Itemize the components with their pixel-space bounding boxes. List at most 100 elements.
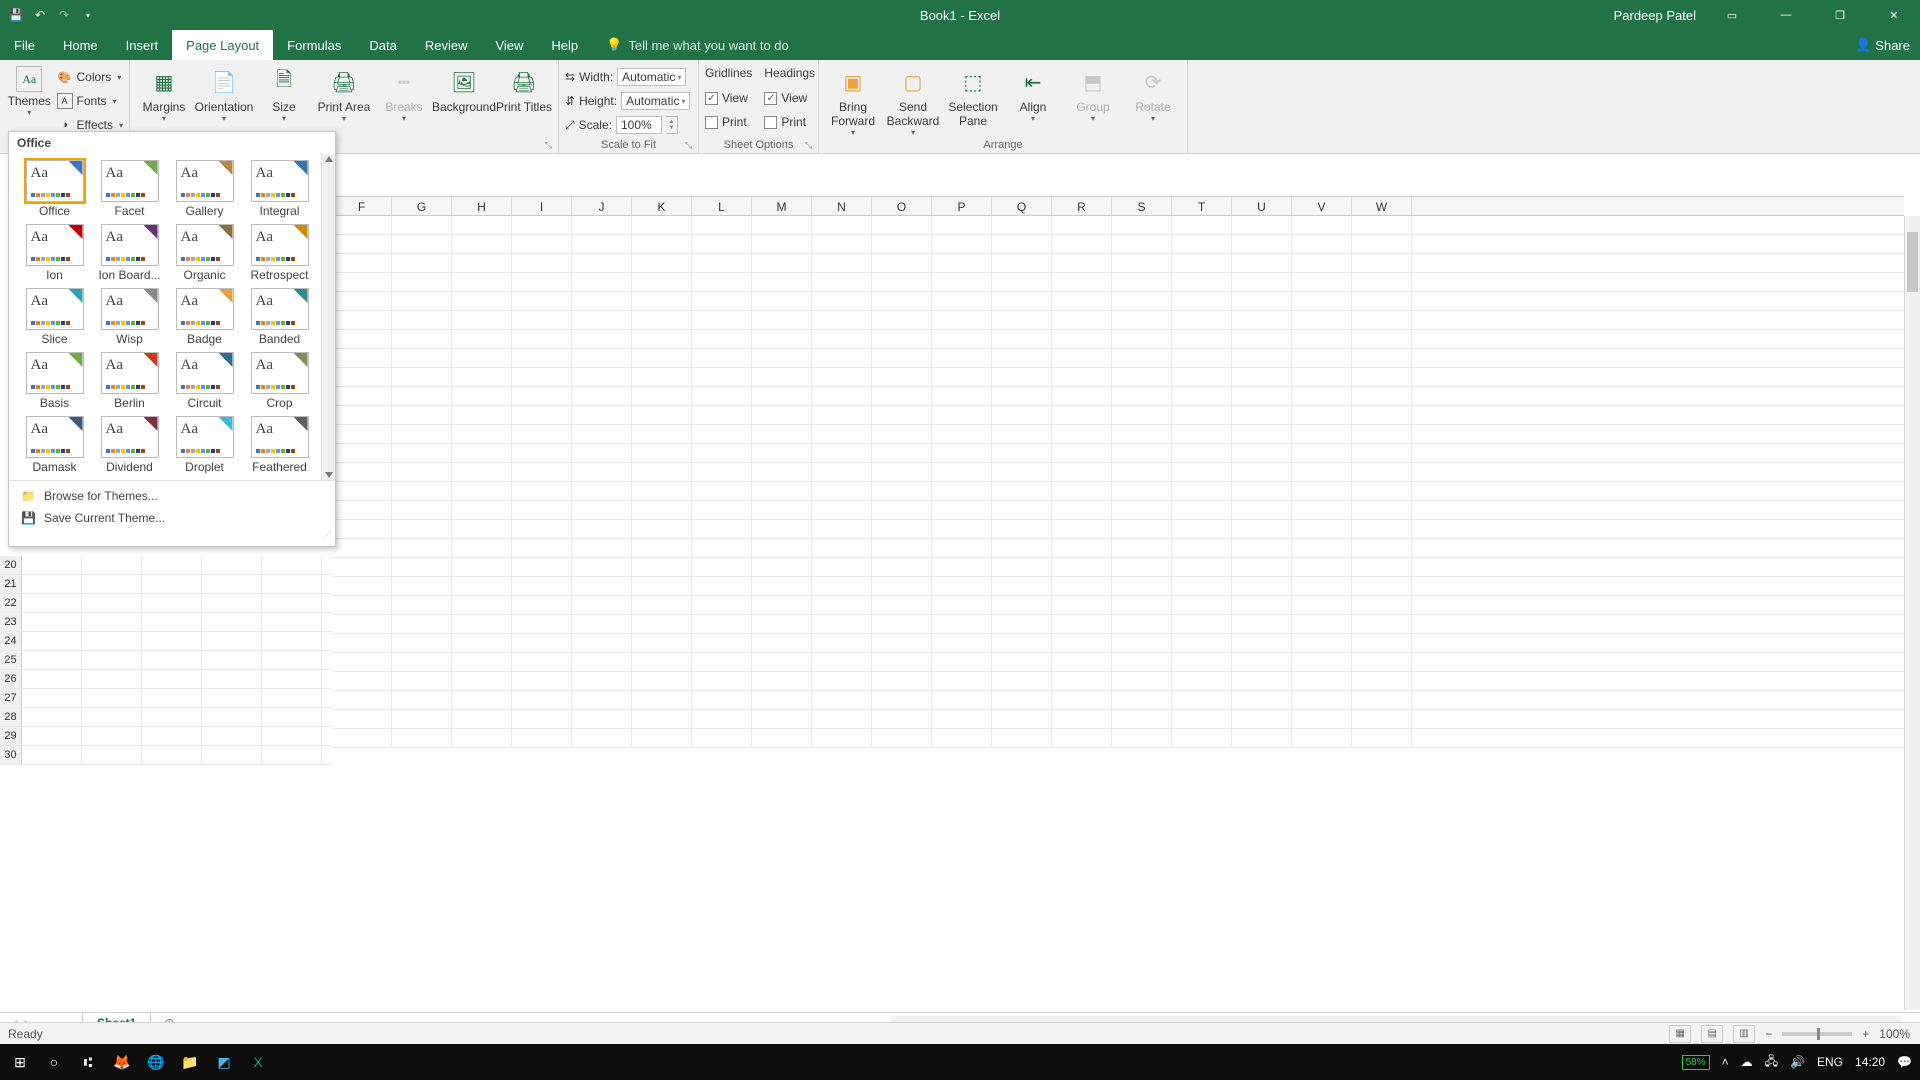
align-button[interactable]: ⇤Align▾	[1005, 62, 1061, 123]
tab-insert[interactable]: Insert	[112, 30, 173, 60]
theme-option-basis[interactable]: AaBasis	[19, 352, 90, 410]
theme-option-organic[interactable]: AaOrganic	[169, 224, 240, 282]
column-header[interactable]: Q	[992, 197, 1052, 215]
start-button[interactable]: ⊞	[8, 1050, 32, 1074]
browse-themes-menuitem[interactable]: 📁Browse for Themes...	[9, 485, 335, 507]
ribbon-display-icon[interactable]: ▭	[1714, 0, 1750, 30]
tab-help[interactable]: Help	[537, 30, 592, 60]
action-center-icon[interactable]: 💬	[1897, 1055, 1912, 1069]
theme-option-damask[interactable]: AaDamask	[19, 416, 90, 474]
gridlines-view-check[interactable]: ✓View	[705, 88, 752, 108]
normal-view-button[interactable]: ▦	[1669, 1025, 1691, 1043]
file-explorer-icon[interactable]: 📁	[178, 1050, 202, 1074]
theme-option-droplet[interactable]: AaDroplet	[169, 416, 240, 474]
spreadsheet-grid[interactable]	[332, 216, 1904, 1010]
zoom-level[interactable]: 100%	[1879, 1027, 1910, 1041]
row-header[interactable]: 25	[0, 651, 22, 669]
column-header[interactable]: S	[1112, 197, 1172, 215]
onedrive-icon[interactable]: ☁	[1741, 1055, 1753, 1069]
theme-option-feathered[interactable]: AaFeathered	[244, 416, 315, 474]
send-backward-button[interactable]: ▢Send Backward▾	[885, 62, 941, 137]
column-header[interactable]: O	[872, 197, 932, 215]
volume-icon[interactable]: 🔊	[1790, 1055, 1805, 1069]
scale-spinner[interactable]: ▲▼	[666, 116, 678, 134]
column-header[interactable]: H	[452, 197, 512, 215]
tab-view[interactable]: View	[481, 30, 537, 60]
tab-home[interactable]: Home	[49, 30, 112, 60]
spreadsheet-grid-lower[interactable]: 2021222324252627282930	[0, 556, 332, 1010]
theme-option-integral[interactable]: AaIntegral	[244, 160, 315, 218]
excel-taskbar-icon[interactable]: X	[246, 1050, 270, 1074]
theme-option-badge[interactable]: AaBadge	[169, 288, 240, 346]
theme-option-office[interactable]: AaOffice	[19, 160, 90, 218]
minimize-icon[interactable]: —	[1768, 0, 1804, 30]
task-view-icon[interactable]: ⑆	[76, 1050, 100, 1074]
column-header[interactable]: W	[1352, 197, 1412, 215]
column-header[interactable]: G	[392, 197, 452, 215]
column-header[interactable]: F	[332, 197, 392, 215]
column-header[interactable]: L	[692, 197, 752, 215]
sheet-options-launcher-icon[interactable]: ⤡	[805, 140, 812, 151]
page-setup-launcher-icon[interactable]: ⤡	[545, 140, 552, 151]
zoom-out-button[interactable]: −	[1765, 1027, 1772, 1041]
column-header[interactable]: P	[932, 197, 992, 215]
firefox-icon[interactable]: 🦊	[110, 1050, 134, 1074]
row-header[interactable]: 30	[0, 746, 22, 764]
battery-indicator[interactable]: 58%	[1682, 1055, 1710, 1070]
margins-button[interactable]: ▦Margins▾	[136, 62, 192, 123]
redo-icon[interactable]: ↷	[54, 5, 74, 25]
column-header[interactable]: R	[1052, 197, 1112, 215]
undo-icon[interactable]: ↶	[30, 5, 50, 25]
column-header[interactable]: K	[632, 197, 692, 215]
theme-option-wisp[interactable]: AaWisp	[94, 288, 165, 346]
theme-option-retrospect[interactable]: AaRetrospect	[244, 224, 315, 282]
row-header[interactable]: 28	[0, 708, 22, 726]
clock[interactable]: 14:20	[1855, 1055, 1885, 1069]
column-header[interactable]: T	[1172, 197, 1232, 215]
column-header[interactable]: V	[1292, 197, 1352, 215]
tab-review[interactable]: Review	[411, 30, 482, 60]
row-header[interactable]: 20	[0, 556, 22, 574]
share-button[interactable]: 👤 Share	[1855, 30, 1910, 60]
close-icon[interactable]: ✕	[1876, 0, 1912, 30]
theme-option-berlin[interactable]: AaBerlin	[94, 352, 165, 410]
column-header[interactable]: U	[1232, 197, 1292, 215]
column-header[interactable]: N	[812, 197, 872, 215]
tab-data[interactable]: Data	[355, 30, 410, 60]
row-header[interactable]: 26	[0, 670, 22, 688]
size-button[interactable]: 🗎Size▾	[256, 62, 312, 123]
zoom-in-button[interactable]: +	[1862, 1027, 1869, 1041]
orientation-button[interactable]: 📄Orientation▾	[196, 62, 252, 123]
row-header[interactable]: 29	[0, 727, 22, 745]
tab-page-layout[interactable]: Page Layout	[172, 30, 273, 60]
column-header[interactable]: I	[512, 197, 572, 215]
themes-button[interactable]: Aa Themes ▾	[6, 62, 53, 117]
zoom-slider[interactable]	[1782, 1032, 1852, 1036]
resize-grip-icon[interactable]: ⋰	[9, 529, 335, 542]
theme-option-crop[interactable]: AaCrop	[244, 352, 315, 410]
theme-option-ion[interactable]: AaIon	[19, 224, 90, 282]
breaks-button[interactable]: ┅Breaks▾	[376, 62, 432, 123]
vertical-scrollbar[interactable]	[1904, 216, 1920, 1010]
theme-option-gallery[interactable]: AaGallery	[169, 160, 240, 218]
save-icon[interactable]: 💾	[6, 5, 26, 25]
cortana-icon[interactable]: ○	[42, 1050, 66, 1074]
column-header[interactable]: M	[752, 197, 812, 215]
background-button[interactable]: 🖼Background	[436, 62, 492, 114]
headings-view-check[interactable]: ✓View	[764, 88, 815, 108]
print-titles-button[interactable]: 🖨Print Titles	[496, 62, 552, 114]
theme-option-banded[interactable]: AaBanded	[244, 288, 315, 346]
bring-forward-button[interactable]: ▣Bring Forward▾	[825, 62, 881, 137]
save-theme-menuitem[interactable]: 💾Save Current Theme...	[9, 507, 335, 529]
maximize-icon[interactable]: ❐	[1822, 0, 1858, 30]
qat-more-icon[interactable]: ▾	[78, 5, 98, 25]
tray-chevron-icon[interactable]: ˄	[1722, 1055, 1729, 1069]
theme-option-slice[interactable]: AaSlice	[19, 288, 90, 346]
page-break-view-button[interactable]: ▥	[1733, 1025, 1755, 1043]
language-indicator[interactable]: ENG	[1817, 1055, 1843, 1069]
themes-scrollbar[interactable]	[321, 154, 335, 480]
row-header[interactable]: 21	[0, 575, 22, 593]
gridlines-print-check[interactable]: Print	[705, 112, 752, 132]
theme-option-circuit[interactable]: AaCircuit	[169, 352, 240, 410]
column-header[interactable]: J	[572, 197, 632, 215]
